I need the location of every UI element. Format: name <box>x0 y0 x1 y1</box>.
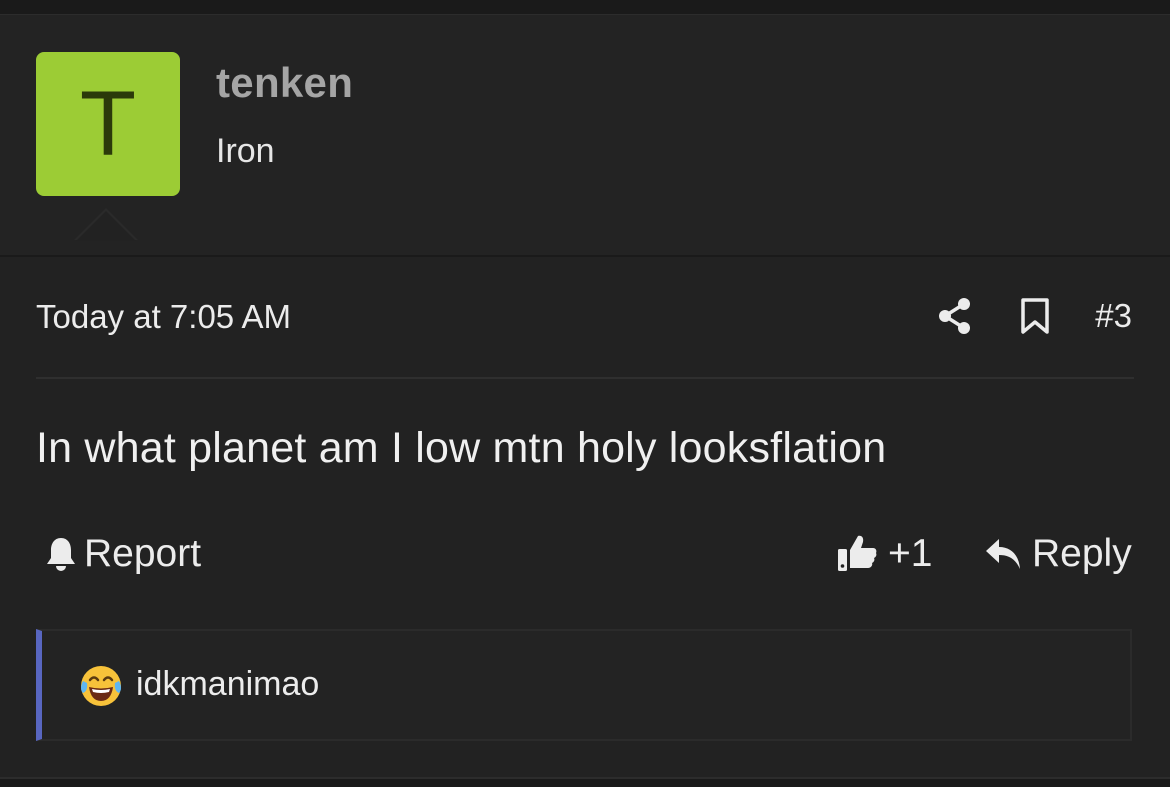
post-message: In what planet am I low mtn holy looksfl… <box>36 424 887 472</box>
post-divider <box>36 377 1134 379</box>
bookmark-icon <box>1021 298 1050 334</box>
reply-label: Reply <box>1032 532 1132 575</box>
avatar[interactable]: T <box>36 52 180 196</box>
bottom-strip <box>0 777 1170 787</box>
share-button[interactable] <box>937 296 973 336</box>
post-user-header: T tenken Iron <box>0 15 1170 257</box>
share-icon <box>939 298 971 334</box>
reaction-users[interactable]: idkmanimao <box>136 665 319 704</box>
report-label: Report <box>84 532 202 575</box>
avatar-letter: T <box>79 73 137 175</box>
post-timestamp[interactable]: Today at 7:05 AM <box>36 298 291 336</box>
top-strip <box>0 0 1170 15</box>
laughing-tears-emoji-icon <box>81 666 121 706</box>
post-number-link[interactable]: #3 <box>1095 297 1132 335</box>
username[interactable]: tenken <box>216 59 353 107</box>
report-button[interactable]: Report <box>44 532 201 576</box>
like-button[interactable]: +1 <box>836 532 932 576</box>
header-pointer-inner <box>76 211 136 241</box>
reply-button[interactable]: Reply <box>984 532 1132 576</box>
reply-icon <box>986 539 1020 569</box>
user-title: Iron <box>216 132 275 170</box>
thumbs-up-icon <box>838 535 877 571</box>
bell-icon <box>47 538 75 571</box>
bookmark-button[interactable] <box>1017 296 1053 336</box>
reactions-bar[interactable]: idkmanimao <box>36 629 1132 741</box>
like-count: +1 <box>888 532 933 575</box>
post-meta-actions: #3 <box>937 292 1132 340</box>
